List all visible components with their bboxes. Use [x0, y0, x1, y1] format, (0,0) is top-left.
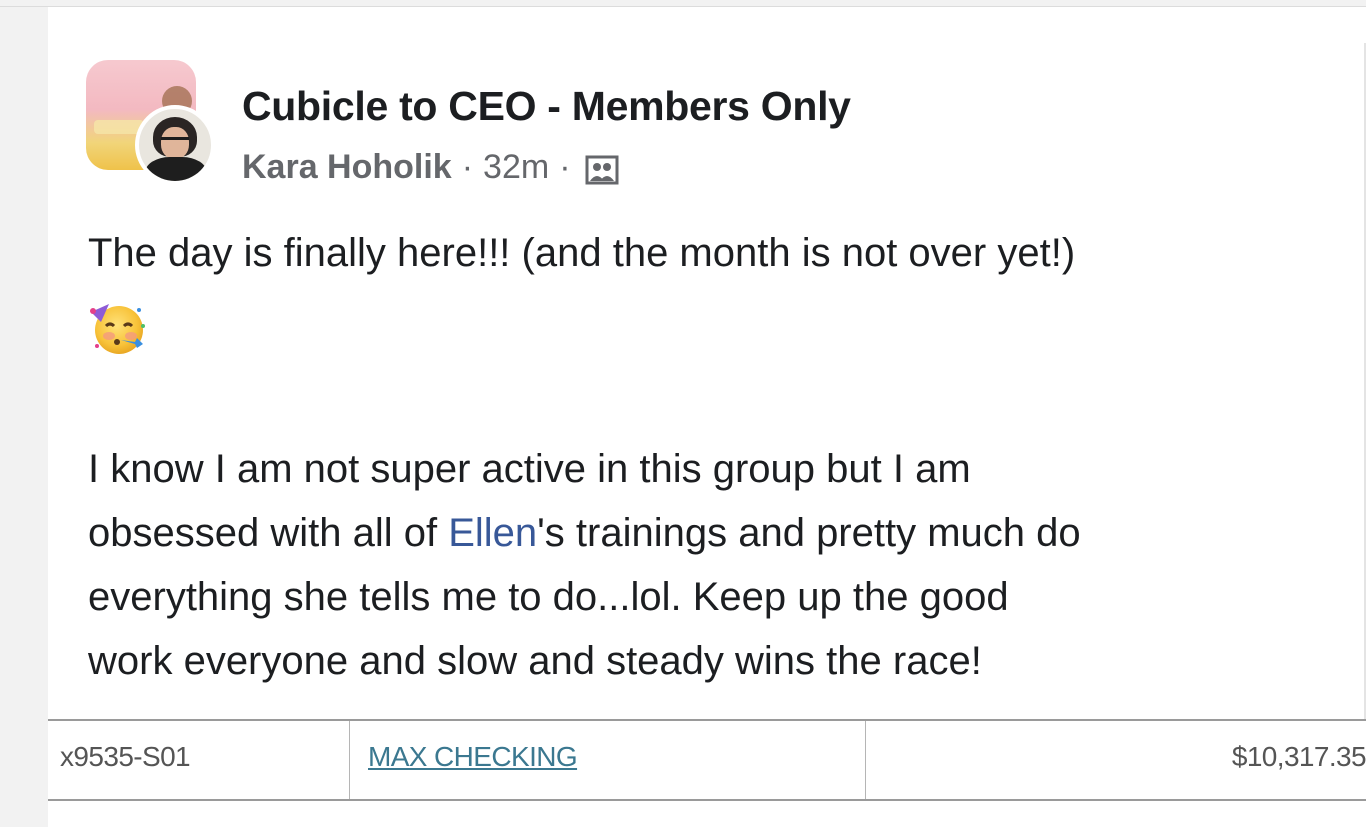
author-avatar[interactable] [135, 105, 215, 185]
post-text-line: I know I am not super active in this gro… [88, 437, 1348, 501]
post-text-segment: 's trainings and pretty much do [537, 511, 1081, 555]
meta-separator: · [559, 148, 571, 186]
avatar-glasses [161, 137, 189, 146]
post-paragraph: I know I am not super active in this gro… [88, 437, 1348, 693]
post-text-line: work everyone and slow and steady wins t… [88, 629, 1348, 693]
meta-separator: · [461, 148, 474, 186]
account-id: x9535-S01 [60, 741, 191, 772]
post-card: Cubicle to CEO - Members Only Kara Hohol… [48, 7, 1366, 827]
post-text-segment: obsessed with all of [88, 511, 449, 555]
post-timestamp[interactable]: 32m [483, 148, 549, 187]
post-text-segment: everything she tells me to do...lol. Kee… [88, 575, 1009, 619]
post-text-segment: I know I am not super active in this gro… [88, 447, 971, 491]
post-text-segment: work everyone and slow and steady wins t… [88, 639, 982, 683]
account-table-row: x9535-S01 MAX CHECKING $10,317.35 [48, 719, 1366, 801]
column-divider [865, 721, 866, 799]
partying-face-emoji [87, 296, 149, 358]
screenshot-frame: Cubicle to CEO - Members Only Kara Hohol… [0, 0, 1366, 827]
account-name-link[interactable]: MAX CHECKING [368, 741, 578, 773]
author-name-link[interactable]: Kara Hoholik [242, 148, 452, 187]
mention-link[interactable]: Ellen [448, 511, 537, 555]
column-divider [349, 721, 350, 799]
account-balance: $10,317.35 [1231, 741, 1366, 772]
members-icon [585, 155, 619, 185]
post-text-line: obsessed with all of Ellen's trainings a… [88, 501, 1348, 565]
post-text-line: The day is finally here!!! (and the mont… [88, 231, 1076, 275]
post-text-line: everything she tells me to do...lol. Kee… [88, 565, 1348, 629]
avatar-body [145, 157, 207, 181]
post-meta: Kara Hoholik · 32m · [242, 148, 619, 187]
group-name-link[interactable]: Cubicle to CEO - Members Only [242, 83, 851, 130]
